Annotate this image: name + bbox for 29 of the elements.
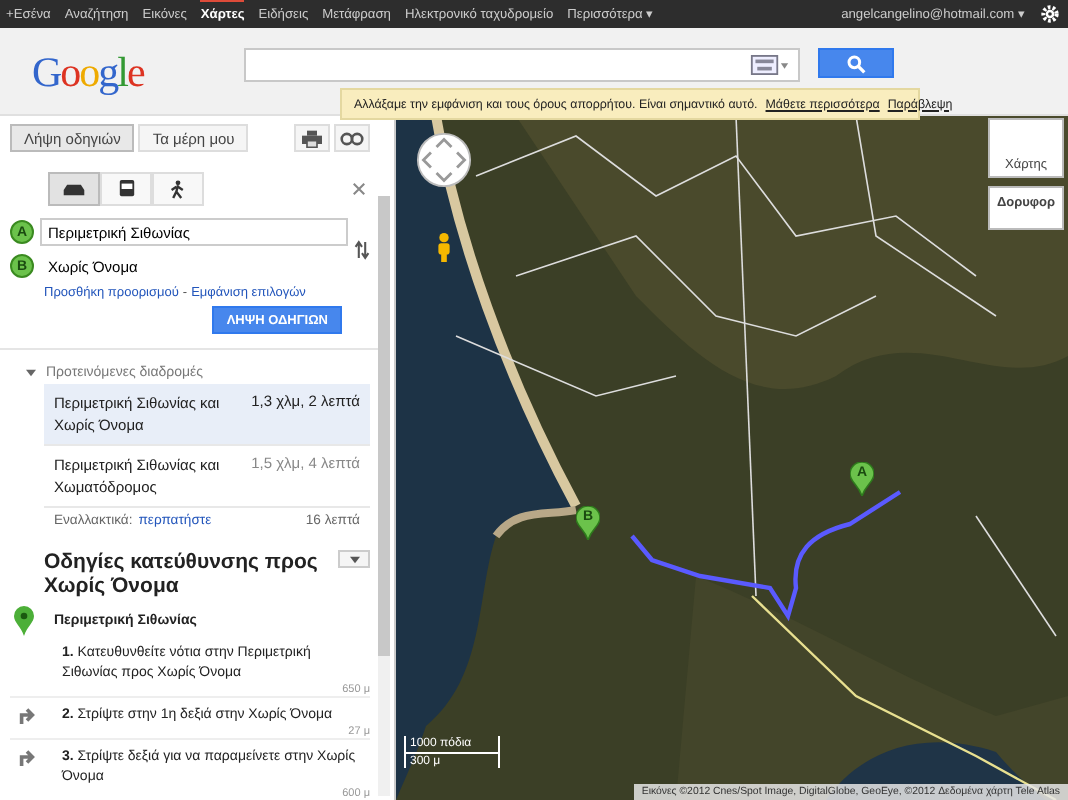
print-button[interactable]	[294, 124, 330, 152]
turn-right-icon	[18, 748, 36, 766]
directions-title: Οδηγίες κατεύθυνσης προς Χωρίς Όνομα	[44, 550, 320, 598]
expand-icon	[26, 367, 36, 377]
swap-icon[interactable]	[354, 239, 370, 259]
start-pin-icon	[14, 606, 34, 636]
google-logo[interactable]: Google	[0, 48, 232, 96]
search-icon	[846, 53, 866, 73]
keyboard-icon[interactable]	[750, 54, 790, 76]
printer-icon	[302, 129, 322, 147]
search-field[interactable]	[244, 48, 800, 82]
walk-mode-button[interactable]	[152, 172, 204, 206]
settings-icon[interactable]	[1040, 4, 1060, 24]
pan-control[interactable]	[416, 132, 472, 188]
satellite-map-drawing[interactable]	[396, 116, 1068, 800]
car-mode-button[interactable]	[48, 172, 100, 206]
bus-icon	[117, 180, 135, 198]
options-button[interactable]	[338, 550, 370, 568]
caret-icon	[349, 555, 359, 563]
bus-mode-button[interactable]	[100, 172, 152, 206]
car-icon	[62, 181, 86, 197]
search-button[interactable]	[818, 48, 894, 78]
turn-right-icon	[18, 706, 36, 724]
link-button[interactable]	[334, 124, 370, 152]
scrollbar[interactable]	[378, 196, 390, 796]
link-icon	[340, 131, 364, 145]
close-button[interactable]	[352, 182, 366, 196]
pegman-icon[interactable]	[436, 232, 452, 262]
walking-person-icon	[170, 179, 186, 199]
